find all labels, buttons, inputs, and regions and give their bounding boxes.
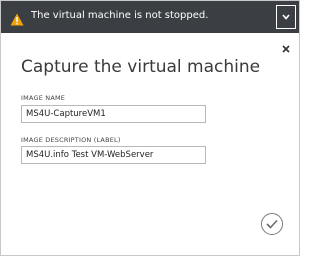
warning-triangle-icon (10, 11, 24, 26)
image-description-label: IMAGE DESCRIPTION (LABEL) (21, 136, 121, 144)
dialog-title: Capture the virtual machine (21, 57, 261, 77)
checkmark-icon (266, 219, 278, 229)
image-name-input[interactable] (21, 105, 206, 123)
confirm-button[interactable] (261, 213, 283, 235)
warning-message: The virtual machine is not stopped. (31, 10, 209, 21)
image-name-label: IMAGE NAME (21, 94, 66, 102)
image-description-input[interactable] (21, 146, 206, 164)
expand-warning-button[interactable] (276, 5, 296, 29)
close-button[interactable] (280, 40, 292, 53)
warning-bar: The virtual machine is not stopped. (1, 1, 299, 33)
chevron-down-icon (282, 14, 290, 20)
capture-vm-dialog: The virtual machine is not stopped. Capt… (0, 0, 300, 256)
close-icon (282, 45, 290, 53)
